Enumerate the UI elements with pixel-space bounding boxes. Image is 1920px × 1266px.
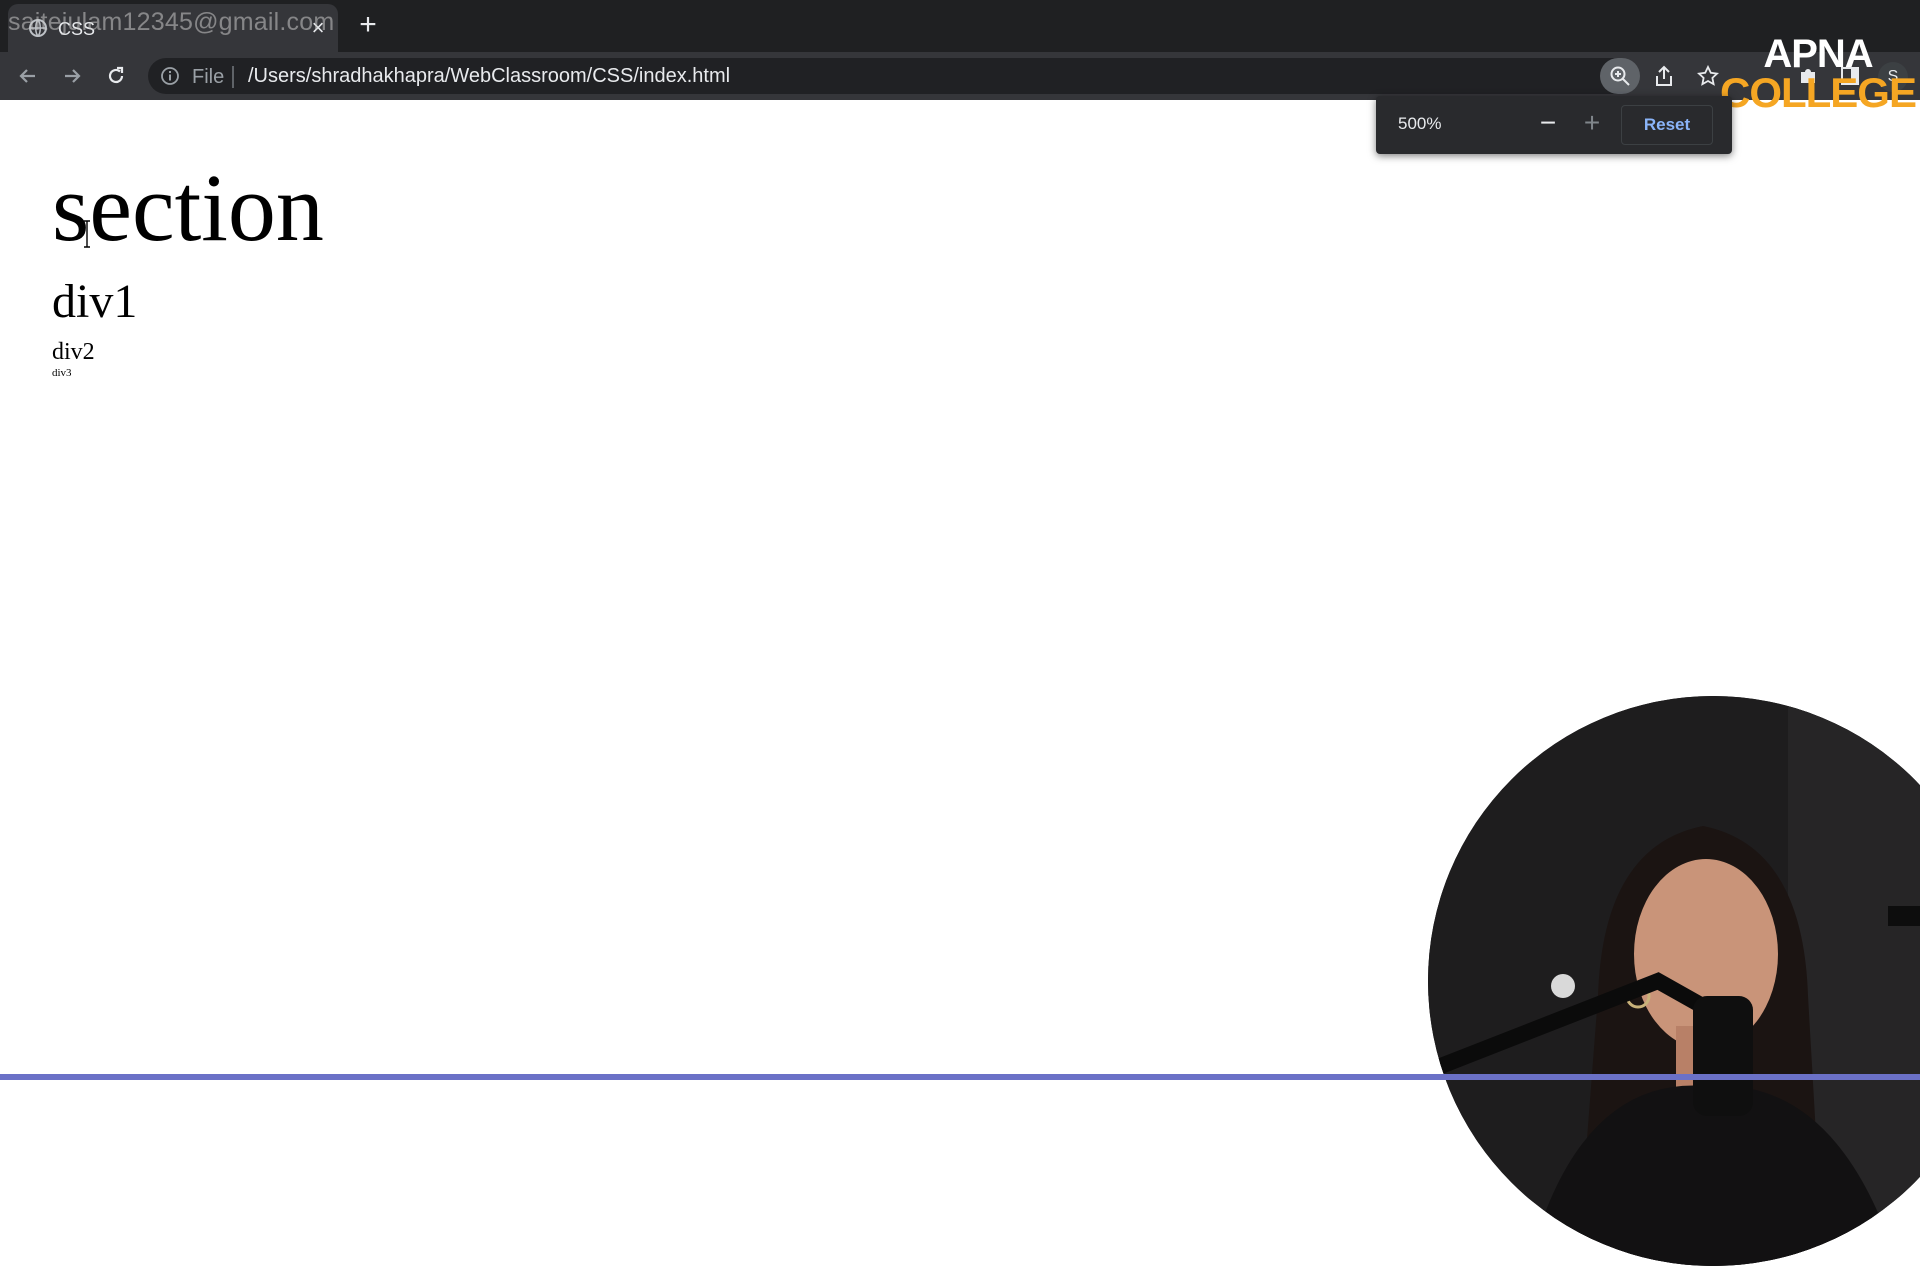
presenter-webcam <box>1428 696 1920 1266</box>
arrow-right-icon <box>65 69 81 83</box>
zoom-in-icon <box>1610 66 1630 86</box>
presenter-video-frame <box>1428 696 1920 1266</box>
scheme-label: File <box>192 66 225 88</box>
back-button[interactable] <box>12 60 44 92</box>
url-text[interactable]: /Users/shradhakhapra/WebClassroom/CSS/in… <box>248 65 730 88</box>
div2-text: div2 <box>52 339 95 365</box>
text-cursor-icon <box>84 220 90 248</box>
arrow-left-icon <box>19 69 35 83</box>
brand-line2: COLLEGE <box>1719 69 1917 116</box>
brand-line1: APNA <box>1763 32 1873 76</box>
share-icon <box>1656 65 1672 86</box>
address-bar[interactable]: File /Users/shradhakhapra/WebClassroom/C… <box>148 58 1638 94</box>
forward-button[interactable] <box>56 60 88 92</box>
reload-icon <box>108 66 124 84</box>
new-tab-button[interactable]: + <box>354 10 382 40</box>
zoom-reset-button[interactable]: Reset <box>1621 105 1713 145</box>
zoom-level: 500% <box>1398 114 1442 133</box>
close-tab-icon[interactable]: × <box>306 16 330 40</box>
zoom-in-button[interactable]: + <box>1576 108 1608 140</box>
div1-text: div1 <box>52 275 138 328</box>
reload-button[interactable] <box>100 60 132 92</box>
apna-college-logo: APNA COLLEGE <box>1718 34 1918 114</box>
zoom-indicator-button[interactable] <box>1600 58 1640 94</box>
zoom-popup: 500% − + Reset <box>1376 96 1732 154</box>
video-progress-bar <box>0 1074 1920 1080</box>
info-icon[interactable] <box>160 66 180 86</box>
div3-text: div3 <box>52 367 72 379</box>
zoom-out-button[interactable]: − <box>1532 108 1564 140</box>
browser-toolbar: File /Users/shradhakhapra/WebClassroom/C… <box>0 52 1920 100</box>
share-button[interactable] <box>1648 60 1680 92</box>
page-content: section div1 div2 div3 <box>52 160 324 379</box>
tab-strip: CSS × + saitejulam12345@gmail.com <box>0 0 1920 52</box>
globe-icon <box>29 19 47 37</box>
tab-title: CSS <box>58 19 96 39</box>
star-icon <box>1697 65 1719 86</box>
section-text: section <box>52 154 324 261</box>
tab-css[interactable]: CSS × <box>8 4 338 52</box>
omnibox-divider <box>232 66 234 88</box>
